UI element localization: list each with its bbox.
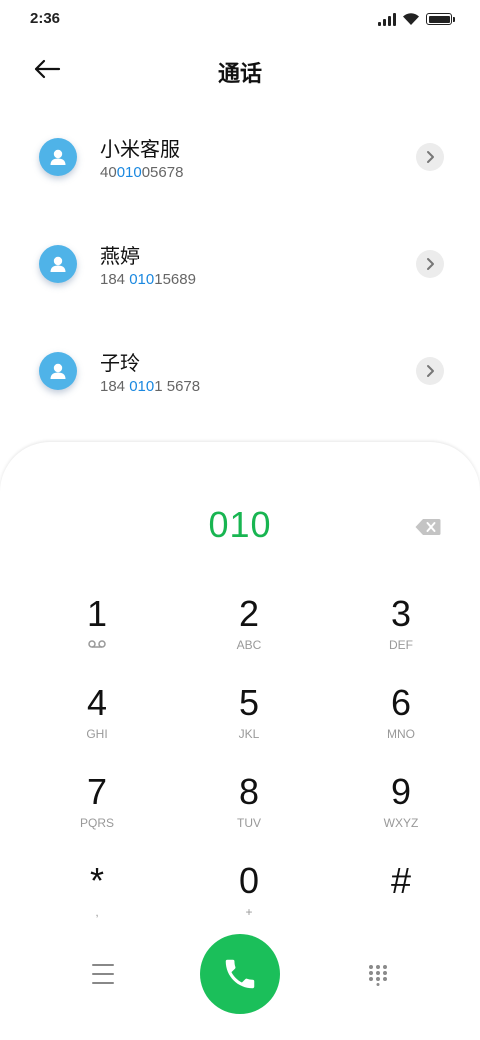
contact-detail-button[interactable] <box>416 143 444 171</box>
avatar <box>39 138 77 176</box>
avatar <box>39 245 77 283</box>
backspace-icon <box>415 519 441 535</box>
key-letters: PQRS <box>79 816 114 830</box>
key-digit: 9 <box>390 771 412 812</box>
key-6[interactable]: 6 MNO <box>320 681 480 770</box>
dialpad-icon <box>369 965 387 986</box>
key-letters: MNO <box>387 727 415 741</box>
dialpad-toggle-button[interactable] <box>368 964 388 986</box>
key-digit: 0 <box>238 860 260 901</box>
key-digit: 6 <box>390 682 412 723</box>
contact-name: 燕婷 <box>100 244 140 268</box>
key-letters: + <box>245 905 253 919</box>
contact-item[interactable]: 小米客服 4001005678 <box>0 108 480 215</box>
contact-name: 小米客服 <box>100 137 180 161</box>
person-icon <box>50 256 66 272</box>
voicemail-icon <box>88 640 106 648</box>
person-icon <box>50 363 66 379</box>
key-2[interactable]: 2 ABC <box>160 592 320 681</box>
status-time: 2:36 <box>30 10 61 27</box>
chevron-right-icon <box>427 151 434 163</box>
key-digit: 1 <box>86 593 108 634</box>
key-letters: ABC <box>236 638 262 652</box>
phone-icon <box>225 959 255 989</box>
key-letters <box>88 638 106 652</box>
status-icons <box>378 11 455 27</box>
contact-number: 184 0101 5678 <box>100 378 201 395</box>
key-9[interactable]: 9 WXYZ <box>320 770 480 859</box>
key-digit: 8 <box>238 771 260 812</box>
key-digit: 4 <box>86 682 108 723</box>
contact-list: 小米客服 4001005678 燕婷 184 01015689 子玲 184 0… <box>0 108 480 429</box>
menu-button[interactable] <box>92 964 114 984</box>
person-icon <box>50 149 66 165</box>
wifi-icon <box>403 13 419 25</box>
menu-icon <box>92 964 114 966</box>
signal-icon <box>378 12 396 26</box>
key-3[interactable]: 3 DEF <box>320 592 480 681</box>
key-letters: TUV <box>237 816 261 830</box>
keypad: 1 2 ABC 3 DEF 4 GHI 5 JKL 6 MNO 7 PQRS 8… <box>0 592 480 948</box>
dialer-action-bar <box>0 934 480 1014</box>
key-digit: # <box>390 860 412 901</box>
key-digit: 7 <box>86 771 108 812</box>
chevron-right-icon <box>427 365 434 377</box>
header: 通话 <box>0 40 480 100</box>
contact-detail-button[interactable] <box>416 250 444 278</box>
key-digit: 3 <box>390 593 412 634</box>
contact-detail-button[interactable] <box>416 357 444 385</box>
key-letters: WXYZ <box>383 816 419 830</box>
key-digit: 5 <box>238 682 260 723</box>
call-button[interactable] <box>200 934 280 1014</box>
chevron-right-icon <box>427 258 434 270</box>
key-letters: , <box>95 905 99 919</box>
key-8[interactable]: 8 TUV <box>160 770 320 859</box>
backspace-button[interactable] <box>414 517 442 537</box>
key-letters: DEF <box>389 638 413 652</box>
dialer-panel: 010 1 2 ABC 3 DEF 4 GHI 5 JKL 6 MNO 7 PQ… <box>0 442 480 1040</box>
key-digit: * <box>89 860 104 901</box>
contact-item[interactable]: 燕婷 184 01015689 <box>0 215 480 322</box>
status-bar: 2:36 <box>0 0 480 38</box>
key-letters: GHI <box>86 727 108 741</box>
dialed-number: 010 <box>208 504 272 545</box>
contact-name: 子玲 <box>100 351 140 375</box>
key-5[interactable]: 5 JKL <box>160 681 320 770</box>
key-letters: JKL <box>238 727 260 741</box>
key-4[interactable]: 4 GHI <box>0 681 160 770</box>
key-7[interactable]: 7 PQRS <box>0 770 160 859</box>
battery-icon <box>426 13 455 25</box>
key-1[interactable]: 1 <box>0 592 160 681</box>
avatar <box>39 352 77 390</box>
contact-number: 184 01015689 <box>100 271 196 288</box>
page-title: 通话 <box>217 62 262 87</box>
key-digit: 2 <box>238 593 260 634</box>
contact-number: 4001005678 <box>100 164 184 181</box>
contact-item[interactable]: 子玲 184 0101 5678 <box>0 322 480 429</box>
